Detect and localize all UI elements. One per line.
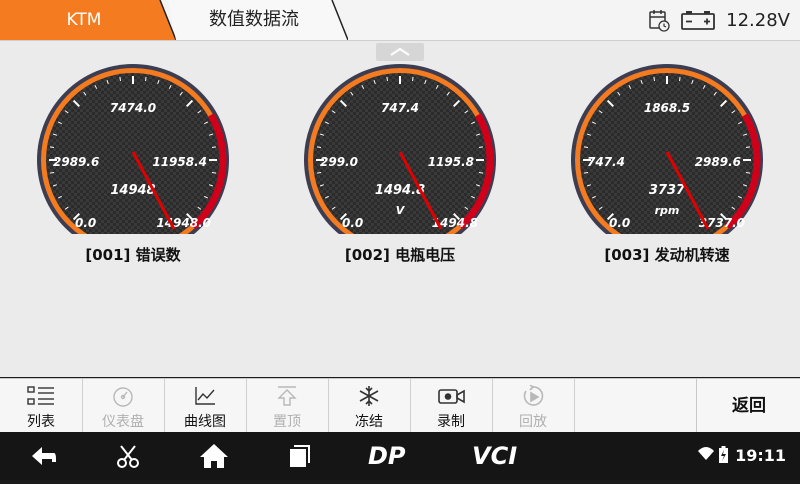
gauge-icon [113, 387, 133, 407]
battery-charging-icon [719, 446, 728, 463]
dp-button[interactable]: DP [366, 432, 418, 480]
gauge-view-button[interactable]: 仪表盘 [82, 379, 165, 433]
gauge-title: [002] 电瓶电压 [344, 246, 456, 264]
list-button[interactable]: 列表 [0, 379, 83, 433]
tick-label-top: 7474.0 [110, 101, 156, 115]
tick-label-left: 747.4 [587, 155, 625, 169]
vci-button[interactable]: VCI [470, 432, 530, 480]
record-button[interactable]: 录制 [410, 379, 493, 433]
top-bar: KTM 数值数据流 12.28V [0, 0, 800, 41]
back-button[interactable]: 返回 [696, 379, 800, 433]
tick-label-min: 0.0 [75, 216, 96, 230]
tick-label-right: 1195.8 [428, 155, 474, 169]
brand-tab[interactable]: KTM [0, 0, 180, 40]
calendar-clock-icon [649, 10, 670, 32]
title-tab: 数值数据流 [168, 0, 348, 40]
tick-label-max: 14948.0 [156, 216, 211, 230]
gauge-title: [003] 发动机转速 [604, 246, 730, 264]
dp-logo-icon: DP [368, 442, 406, 470]
pin-top-icon [277, 386, 297, 406]
chevron-up-icon [390, 47, 410, 56]
gauge-3[interactable]: 1868.5 747.4 2989.6 0.0 3737.0 3737 rpm [569, 64, 765, 240]
collapse-button[interactable] [376, 43, 424, 61]
wifi-icon [698, 447, 714, 460]
gauge-view-label: 仪表盘 [102, 414, 144, 430]
svg-text:DP: DP [368, 442, 406, 470]
page-title: 数值数据流 [209, 9, 299, 30]
line-chart-button[interactable]: 曲线图 [164, 379, 247, 433]
gauge-unit: V [396, 204, 406, 217]
bottom-toolbar: 列表 仪表盘 曲线图 置顶 冻结 录制 回放 返回 [0, 378, 800, 433]
tick-label-min: 0.0 [609, 216, 630, 230]
tick-label-top: 1868.5 [644, 101, 690, 115]
video-record-icon [438, 389, 465, 404]
gauge-dial: 747.4299.0 1195.80.0 1494.81494.8V [302, 64, 498, 240]
pin-top-label: 置顶 [273, 414, 301, 430]
back-arrow-icon[interactable] [22, 432, 62, 480]
list-label: 列表 [27, 414, 55, 430]
tick-label-top: 747.4 [381, 101, 419, 115]
brand-tab-label: KTM [66, 10, 102, 30]
line-chart-label: 曲线图 [184, 414, 226, 430]
tick-label-left: 299.0 [320, 155, 358, 169]
freeze-label: 冻结 [355, 414, 383, 430]
scissors-icon[interactable] [110, 432, 146, 480]
gauge-value: 3737 [649, 183, 686, 198]
status-icons [698, 446, 728, 463]
record-label: 录制 [437, 414, 465, 430]
system-nav-bar: DP VCI 19:11 [0, 432, 800, 480]
gauge-dial: 1868.5747.4 2989.60.0 3737.03737rpm [569, 64, 765, 240]
playback-label: 回放 [519, 414, 547, 430]
status-area: 12.28V [648, 0, 790, 40]
voltage-readout: 12.28V [726, 9, 790, 31]
tick-label-left: 2989.6 [53, 155, 99, 169]
gauge-dial: 7474.0 2989.6 11958.4 0.0 14948.0 14948 [35, 64, 231, 240]
line-chart-icon [195, 387, 215, 405]
svg-text:VCI: VCI [472, 442, 517, 470]
pin-top-button[interactable]: 置顶 [246, 379, 329, 433]
gauge-2[interactable]: 747.4 299.0 1195.8 0.0 1494.8 1494.8 V [302, 64, 498, 240]
snowflake-icon [359, 386, 379, 406]
battery-icon [681, 11, 716, 30]
freeze-button[interactable]: 冻结 [328, 379, 411, 433]
tick-label-right: 2989.6 [695, 155, 741, 169]
vci-logo-icon: VCI [472, 442, 517, 470]
list-icon [27, 386, 54, 405]
clock: 19:11 [735, 446, 786, 465]
gauge-1[interactable]: 7474.0 2989.6 11958.4 0.0 14948.0 14948 [35, 64, 231, 240]
gauge-value: 14948 [110, 183, 155, 198]
playback-icon [523, 385, 544, 406]
gauge-unit: rpm [655, 204, 680, 217]
tick-label-right: 11958.4 [152, 155, 207, 169]
gauge-title: [001] 错误数 [85, 246, 181, 264]
tick-label-min: 0.0 [342, 216, 363, 230]
recent-apps-icon[interactable] [280, 432, 316, 480]
playback-button[interactable]: 回放 [492, 379, 575, 433]
home-icon[interactable] [196, 432, 232, 480]
